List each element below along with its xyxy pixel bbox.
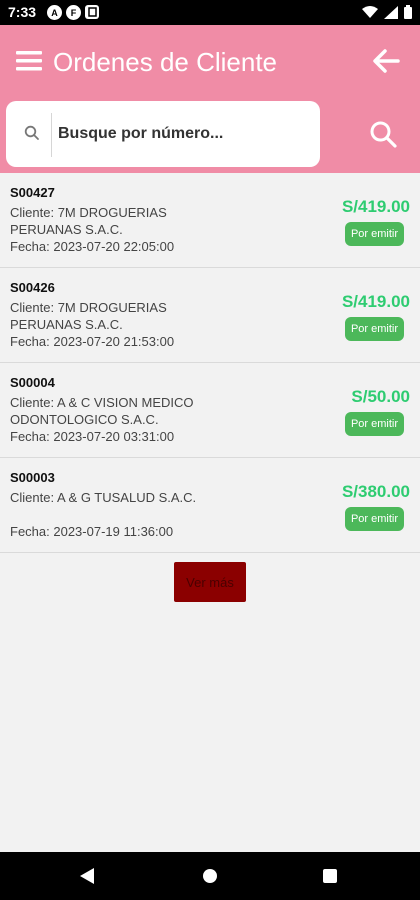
order-client: Cliente: 7M DROGUERIAS PERUANAS S.A.C. (10, 300, 167, 332)
system-nav-bar (0, 852, 420, 900)
nav-home-icon[interactable] (203, 869, 217, 883)
search-field-icon (24, 125, 40, 146)
status-time: 7:33 (8, 4, 37, 20)
order-date: Fecha: 2023-07-20 03:31:00 (10, 429, 175, 444)
order-date: Fecha: 2023-07-20 21:53:00 (10, 334, 175, 349)
order-number: S00427 (10, 185, 55, 200)
order-client: Cliente: A & G TUSALUD S.A.C. (10, 490, 197, 505)
search-divider (51, 113, 52, 157)
list-item[interactable]: S00426 Cliente: 7M DROGUERIAS PERUANAS S… (0, 268, 420, 363)
list-item[interactable]: S00003 Cliente: A & G TUSALUD S.A.C. Fec… (0, 458, 420, 553)
order-amount: S/380.00 (341, 482, 410, 501)
status-badge: Por emitir (344, 412, 404, 436)
order-number: S00004 (10, 375, 55, 390)
nav-recents-icon[interactable] (323, 869, 337, 883)
notification-a-icon: A (47, 5, 62, 20)
order-amount: S/50.00 (351, 387, 410, 406)
list-item[interactable]: S00427 Cliente: 7M DROGUERIAS PERUANAS S… (0, 173, 420, 268)
order-amount: S/419.00 (341, 197, 410, 216)
status-bar: 7:33 A F (0, 0, 420, 25)
order-number: S00003 (10, 470, 55, 485)
battery-icon (404, 5, 412, 24)
wifi-icon (362, 5, 378, 24)
order-client: Cliente: A & C VISION MEDICO ODONTOLOGIC… (10, 395, 194, 427)
status-badge: Por emitir (344, 507, 404, 531)
app-bar: Ordenes de Cliente (0, 25, 420, 173)
order-amount: S/419.00 (341, 292, 410, 311)
status-badge: Por emitir (344, 317, 404, 341)
order-date: Fecha: 2023-07-20 22:05:00 (10, 239, 175, 254)
order-client: Cliente: 7M DROGUERIAS PERUANAS S.A.C. (10, 205, 167, 237)
notification-doc-icon (85, 5, 99, 19)
nav-back-icon[interactable] (80, 868, 94, 889)
order-number: S00426 (10, 280, 55, 295)
order-list: S00427 Cliente: 7M DROGUERIAS PERUANAS S… (0, 173, 420, 553)
status-notification-icons: A F (47, 5, 99, 20)
order-date: Fecha: 2023-07-19 11:36:00 (10, 524, 174, 539)
signal-icon (384, 5, 398, 24)
search-box[interactable] (6, 101, 320, 167)
status-badge: Por emitir (344, 222, 404, 246)
status-system-icons (362, 5, 412, 24)
search-icon[interactable] (368, 119, 398, 149)
notification-f-icon: F (66, 5, 81, 20)
search-input[interactable] (58, 121, 308, 147)
load-more-button[interactable]: Ver más (174, 562, 246, 602)
hamburger-menu-icon[interactable] (16, 50, 42, 72)
list-item[interactable]: S00004 Cliente: A & C VISION MEDICO ODON… (0, 363, 420, 458)
page-title: Ordenes de Cliente (53, 47, 278, 77)
arrow-back-icon[interactable] (372, 48, 400, 74)
